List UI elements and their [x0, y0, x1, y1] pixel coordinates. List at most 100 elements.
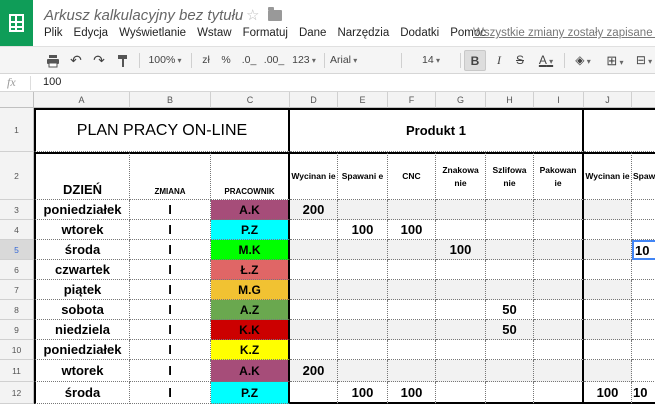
worker-cell[interactable]: M.G — [211, 280, 290, 300]
value-cell-g[interactable] — [436, 220, 486, 240]
shift-cell[interactable]: I — [130, 320, 211, 340]
shift-cell[interactable]: I — [130, 382, 211, 404]
value-cell-f[interactable] — [388, 320, 436, 340]
header-shift[interactable]: ZMIANA — [130, 152, 211, 200]
paint-format-icon[interactable] — [117, 54, 129, 68]
header-day[interactable]: DZIEŃ — [34, 152, 130, 200]
value-cell-d[interactable]: 200 — [290, 200, 338, 220]
sheets-logo[interactable] — [0, 0, 33, 46]
value-cell-i[interactable] — [534, 200, 584, 220]
worker-cell[interactable]: P.Z — [211, 382, 290, 404]
menu-insert[interactable]: Wstaw — [197, 27, 232, 39]
text-color-button[interactable]: A — [533, 47, 559, 74]
value-cell-k[interactable] — [632, 300, 655, 320]
value-cell-h[interactable] — [486, 240, 534, 260]
header-operation[interactable]: Pakowan ie — [534, 152, 584, 200]
value-cell-h[interactable] — [486, 280, 534, 300]
product-header-cell[interactable]: Produkt 1 — [290, 108, 584, 152]
italic-button[interactable]: I — [491, 47, 507, 74]
column-header-c[interactable]: C — [211, 92, 290, 108]
value-cell-h[interactable]: 50 — [486, 320, 534, 340]
print-icon[interactable] — [46, 54, 60, 68]
value-cell-f[interactable]: 100 — [388, 220, 436, 240]
column-header-k[interactable]: K — [632, 92, 655, 108]
value-cell-j[interactable] — [584, 340, 632, 360]
value-cell-j[interactable] — [584, 200, 632, 220]
more-formats-select[interactable]: 123 — [289, 47, 319, 74]
day-cell[interactable]: wtorek — [34, 360, 130, 382]
menu-format[interactable]: Formatuj — [243, 27, 288, 39]
value-cell-k[interactable] — [632, 280, 655, 300]
value-cell-d[interactable] — [290, 260, 338, 280]
product-header-cell-next[interactable] — [584, 108, 655, 152]
shift-cell[interactable]: I — [130, 280, 211, 300]
worker-cell[interactable]: A.Z — [211, 300, 290, 320]
value-cell-d[interactable] — [290, 340, 338, 360]
value-cell-f[interactable] — [388, 260, 436, 280]
value-cell-g[interactable] — [436, 382, 486, 404]
increase-decimal-button[interactable]: .00_ — [263, 47, 285, 74]
folder-icon[interactable] — [268, 7, 282, 21]
value-cell-h[interactable] — [486, 260, 534, 280]
worker-cell[interactable]: A.K — [211, 360, 290, 382]
value-cell-j[interactable]: 100 — [584, 382, 632, 404]
row-header-5[interactable]: 5 — [0, 240, 34, 260]
column-header-e[interactable]: E — [338, 92, 388, 108]
value-cell-d[interactable] — [290, 320, 338, 340]
value-cell-d[interactable] — [290, 220, 338, 240]
value-cell-i[interactable] — [534, 260, 584, 280]
header-operation[interactable]: CNC — [388, 152, 436, 200]
percent-format-button[interactable]: % — [219, 47, 233, 74]
shift-cell[interactable]: I — [130, 240, 211, 260]
value-cell-e[interactable] — [338, 300, 388, 320]
shift-cell[interactable]: I — [130, 340, 211, 360]
fill-color-icon[interactable]: ◈ — [570, 47, 596, 74]
value-cell-h[interactable] — [486, 360, 534, 382]
value-cell-f[interactable] — [388, 240, 436, 260]
value-cell-j[interactable] — [584, 220, 632, 240]
header-operation[interactable]: Szlifowa nie — [486, 152, 534, 200]
value-cell-i[interactable] — [534, 240, 584, 260]
value-cell-g[interactable] — [436, 320, 486, 340]
day-cell[interactable]: środa — [34, 382, 130, 404]
row-header-3[interactable]: 3 — [0, 200, 34, 220]
value-cell-e[interactable] — [338, 280, 388, 300]
value-cell-d[interactable] — [290, 280, 338, 300]
value-cell-i[interactable] — [534, 300, 584, 320]
column-header-f[interactable]: F — [388, 92, 436, 108]
value-cell-h[interactable] — [486, 200, 534, 220]
row-header-11[interactable]: 11 — [0, 360, 34, 382]
value-cell-d[interactable]: 200 — [290, 360, 338, 382]
worker-cell[interactable]: A.K — [211, 200, 290, 220]
value-cell-i[interactable] — [534, 280, 584, 300]
value-cell-f[interactable] — [388, 280, 436, 300]
row-header-12[interactable]: 12 — [0, 382, 34, 404]
value-cell-k[interactable] — [632, 260, 655, 280]
header-worker[interactable]: PRACOWNIK — [211, 152, 290, 200]
menu-edit[interactable]: Edycja — [74, 27, 109, 39]
value-cell-k[interactable] — [632, 340, 655, 360]
worker-cell[interactable]: M.K — [211, 240, 290, 260]
sheet-title-cell[interactable]: PLAN PRACY ON-LINE — [34, 108, 290, 152]
column-header-b[interactable]: B — [130, 92, 211, 108]
value-cell-e[interactable]: 100 — [338, 220, 388, 240]
row-header-6[interactable]: 6 — [0, 260, 34, 280]
currency-format-button[interactable]: zł — [198, 47, 214, 74]
value-cell-j[interactable] — [584, 240, 632, 260]
value-cell-g[interactable] — [436, 280, 486, 300]
shift-cell[interactable]: I — [130, 220, 211, 240]
value-cell-e[interactable] — [338, 360, 388, 382]
menu-data[interactable]: Dane — [299, 27, 327, 39]
save-status-link[interactable]: Wszystkie zmiany zostały zapisane na D — [473, 27, 655, 39]
menu-view[interactable]: Wyświetlanie — [119, 27, 186, 39]
day-cell[interactable]: sobota — [34, 300, 130, 320]
value-cell-k[interactable] — [632, 200, 655, 220]
day-cell[interactable]: wtorek — [34, 220, 130, 240]
row-header-7[interactable]: 7 — [0, 280, 34, 300]
row-header-1[interactable]: 1 — [0, 108, 34, 152]
value-cell-d[interactable] — [290, 382, 338, 404]
shift-cell[interactable]: I — [130, 200, 211, 220]
value-cell-j[interactable] — [584, 320, 632, 340]
borders-icon[interactable]: ⊞ — [602, 47, 628, 74]
value-cell-g[interactable] — [436, 340, 486, 360]
